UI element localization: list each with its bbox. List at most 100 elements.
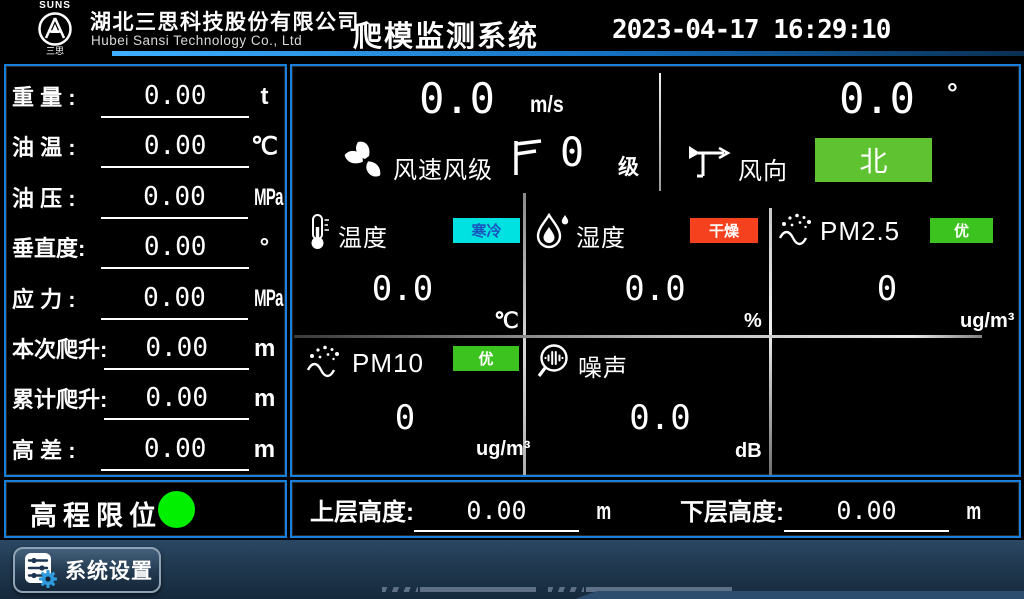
monitor-panel: 0.0 m/s 风速风级 0 级 0.0 ° 风向 北 xyxy=(290,64,1021,477)
footer-decor-stripes xyxy=(548,587,584,592)
metric-unit: MPa xyxy=(254,177,274,219)
company-name-cn: 湖北三思科技股份有限公司 xyxy=(90,6,360,36)
metric-value: 0.00 xyxy=(145,383,208,413)
temperature-unit: ℃ xyxy=(494,308,519,334)
metric-value: 0.00 xyxy=(143,182,206,212)
logo-sansi-text: 三思 xyxy=(24,47,86,56)
metric-unit: ° xyxy=(249,227,280,269)
pm25-value: 0 xyxy=(837,269,937,309)
footer-decor-band xyxy=(575,591,1024,599)
wind-direction-unit: ° xyxy=(947,78,958,109)
pm10-unit: ug/m³ xyxy=(476,438,530,461)
metric-unit: MPa xyxy=(254,278,274,320)
system-settings-label: 系统设置 xyxy=(65,555,153,585)
system-settings-button[interactable]: 系统设置 xyxy=(13,547,161,593)
settings-sliders-gear-icon xyxy=(23,551,59,589)
wind-level-unit: 级 xyxy=(618,151,639,181)
footer-decor-stripes xyxy=(382,587,418,592)
screen: SUNS 三思 湖北三思科技股份有限公司 Hubei Sansi Technol… xyxy=(0,0,1024,599)
metric-label: 垂直度: xyxy=(12,229,101,269)
wind-speed-unit: m/s xyxy=(530,91,564,118)
lower-height-label: 下层高度: xyxy=(680,494,784,532)
metric-row-total-climb: 累计爬升: 0.00 m xyxy=(12,374,280,420)
metric-row-height-diff: 高 差 : 0.00 m xyxy=(12,425,280,471)
humidity-icon xyxy=(534,211,572,251)
humidity-value: 0.0 xyxy=(600,269,710,309)
metric-unit: t xyxy=(249,76,280,118)
grid-divider xyxy=(523,193,526,475)
page-title: 爬模监测系统 xyxy=(353,13,539,55)
elevation-limit-status-light xyxy=(158,491,195,528)
wind-speed-value: 0.0 xyxy=(387,74,527,123)
temperature-label: 温度 xyxy=(338,218,388,253)
footer-decor-bar xyxy=(420,587,536,592)
metrics-panel: 重 量 : 0.00 t 油 温 : 0.00 ℃ 油 压 : 0.00 MPa… xyxy=(4,64,287,477)
lower-height-group: 下层高度: 0.00 m xyxy=(680,488,984,532)
logo-suns-text: SUNS xyxy=(24,1,86,11)
noise-label: 噪声 xyxy=(578,348,628,383)
metric-label: 累计爬升: xyxy=(12,380,104,420)
metric-unit: m xyxy=(249,429,280,471)
wind-direction-value: 0.0 xyxy=(807,74,947,123)
metric-label: 本次爬升: xyxy=(12,330,104,370)
datetime-display: 2023-04-17 16:29:10 xyxy=(612,15,890,45)
wind-level-icon xyxy=(510,138,544,178)
pm10-label: PM10 xyxy=(352,348,424,379)
elevation-limit-label: 高程限位 xyxy=(30,494,162,533)
temperature-status-badge: 寒冷 xyxy=(453,218,520,243)
company-name-en: Hubei Sansi Technology Co., Ltd xyxy=(91,33,302,48)
elevation-limit-panel: 高程限位 xyxy=(4,480,287,538)
header: SUNS 三思 湖北三思科技股份有限公司 Hubei Sansi Technol… xyxy=(0,0,1024,62)
lower-height-value: 0.00 xyxy=(836,496,896,525)
pm10-icon xyxy=(306,344,344,380)
metric-row-oil-temp: 油 温 : 0.00 ℃ xyxy=(12,122,280,168)
metric-label: 重 量 : xyxy=(12,78,101,118)
wind-section-divider xyxy=(659,73,661,191)
metric-row-stress: 应 力 : 0.00 MPa xyxy=(12,274,280,320)
lower-height-unit: m xyxy=(966,492,981,532)
upper-height-group: 上层高度: 0.00 m xyxy=(310,488,614,532)
header-accent-line xyxy=(112,51,1024,56)
grid-divider xyxy=(769,208,772,475)
metric-unit: m xyxy=(249,328,280,370)
humidity-status-badge: 干燥 xyxy=(690,218,758,243)
upper-height-unit: m xyxy=(596,492,611,532)
metric-value: 0.00 xyxy=(144,434,207,464)
metric-unit: m xyxy=(249,378,280,420)
metric-row-current-climb: 本次爬升: 0.00 m xyxy=(12,324,280,370)
humidity-unit: % xyxy=(744,310,762,333)
pm25-status-badge: 优 xyxy=(930,218,993,243)
footer-bar: 系统设置 xyxy=(0,540,1024,599)
noise-value: 0.0 xyxy=(605,398,715,438)
wind-direction-button[interactable]: 北 xyxy=(815,138,932,182)
metric-value: 0.00 xyxy=(143,283,206,313)
metric-label: 油 压 : xyxy=(12,179,101,219)
sansi-logo-icon xyxy=(35,11,75,47)
fan-icon xyxy=(342,138,388,184)
metric-label: 油 温 : xyxy=(12,128,101,168)
heights-panel: 上层高度: 0.00 m 下层高度: 0.00 m xyxy=(290,480,1021,538)
metric-label: 高 差 : xyxy=(12,431,101,471)
metric-row-weight: 重 量 : 0.00 t xyxy=(12,72,280,118)
upper-height-value: 0.00 xyxy=(466,496,526,525)
humidity-label: 湿度 xyxy=(576,218,626,253)
pm25-unit: ug/m³ xyxy=(960,310,1014,333)
wind-vane-icon xyxy=(686,142,732,180)
pm25-icon xyxy=(778,212,816,248)
metric-row-oil-pressure: 油 压 : 0.00 MPa xyxy=(12,173,280,219)
company-logo: SUNS 三思 xyxy=(24,1,86,56)
thermometer-icon xyxy=(306,213,330,251)
noise-unit: dB xyxy=(735,440,762,463)
pm10-status-badge: 优 xyxy=(453,346,519,371)
pm25-label: PM2.5 xyxy=(820,216,900,247)
metric-value: 0.00 xyxy=(145,333,208,363)
pm10-value: 0 xyxy=(355,398,455,438)
temperature-value: 0.0 xyxy=(350,269,455,309)
metric-unit: ℃ xyxy=(249,126,280,168)
wind-speed-label: 风速风级 xyxy=(393,150,493,185)
metric-value: 0.00 xyxy=(144,131,207,161)
upper-height-label: 上层高度: xyxy=(310,494,414,532)
metric-row-verticality: 垂直度: 0.00 ° xyxy=(12,223,280,269)
metric-value: 0.00 xyxy=(144,232,207,262)
metric-label: 应 力 : xyxy=(12,280,101,320)
